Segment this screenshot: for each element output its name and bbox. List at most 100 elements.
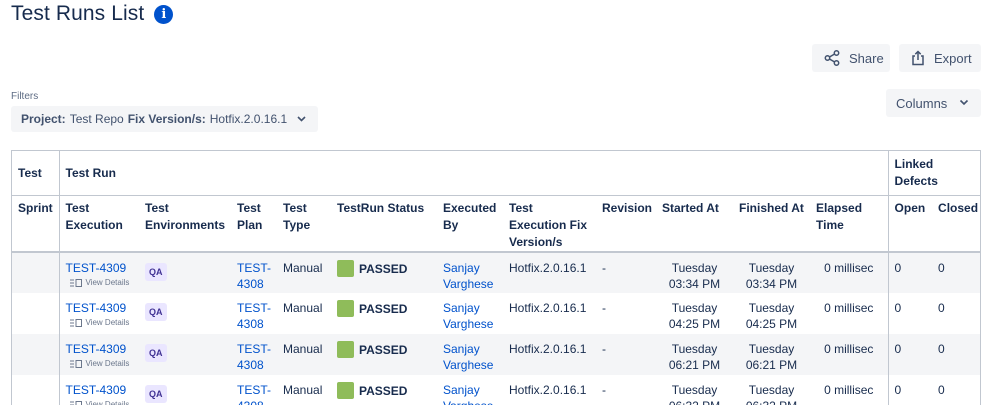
- export-icon: [911, 50, 925, 66]
- testrun-status-cell: PASSED: [331, 334, 437, 375]
- status-label: PASSED: [359, 261, 408, 276]
- test-execution-link[interactable]: TEST-4309: [66, 382, 134, 398]
- table-row: TEST-4309 View Details QA TEST-4308 Manu…: [12, 375, 980, 405]
- executed-by-link[interactable]: SanjayVarghese: [443, 341, 497, 373]
- column-header-test-plan[interactable]: Test Plan: [231, 195, 277, 253]
- sprint-cell: [12, 334, 59, 375]
- open-defects-cell: 0: [887, 334, 933, 375]
- column-header-testrun-status[interactable]: TestRun Status: [331, 195, 437, 253]
- sprint-cell: [12, 252, 59, 293]
- status-color-swatch: [337, 300, 354, 317]
- closed-defects-cell: 0: [932, 252, 980, 293]
- test-execution-cell: TEST-4309 View Details: [58, 334, 139, 375]
- started-at-cell: Tuesday 06:21 PM: [656, 334, 733, 375]
- column-header-started-at[interactable]: Started At: [656, 195, 733, 253]
- column-header-finished-at[interactable]: Finished At: [733, 195, 810, 253]
- executed-by-cell: SanjayVarghese: [437, 375, 503, 405]
- started-at-cell: Tuesday06:32 PM: [669, 383, 720, 405]
- chevron-down-icon: [297, 114, 306, 124]
- column-header-revision[interactable]: Revision: [596, 195, 656, 253]
- sprint-cell: [12, 375, 59, 405]
- test-plan-cell: TEST-4308: [231, 375, 277, 405]
- details-icon: [69, 319, 82, 327]
- share-label: Share: [849, 50, 884, 66]
- finished-at-cell: Tuesday 06:21 PM: [733, 334, 810, 375]
- share-button[interactable]: Share: [812, 44, 890, 72]
- info-icon[interactable]: i: [154, 4, 174, 24]
- testrun-status-cell: PASSED: [331, 293, 437, 334]
- elapsed-time-cell: 0 millisec: [810, 334, 889, 375]
- view-details-link[interactable]: View Details: [69, 278, 134, 288]
- fix-version-cell: Hotfix.2.0.16.1: [503, 252, 596, 293]
- filter-dropdown[interactable]: Project: Test Repo Fix Version/s: Hotfix…: [11, 106, 318, 132]
- share-icon: [824, 50, 840, 66]
- test-type-cell: Manual: [283, 383, 323, 397]
- details-icon: [69, 401, 82, 405]
- page-title: Test Runs List: [11, 2, 145, 25]
- column-header-test-execution[interactable]: Test Execution: [58, 195, 139, 253]
- filter-project-key: Project:: [21, 112, 66, 126]
- column-header-sprint[interactable]: Sprint: [12, 195, 59, 253]
- test-runs-table: Test Test Run Linked Defects Sprint Test…: [11, 150, 981, 405]
- filters-label: Filters: [11, 91, 39, 102]
- closed-defects-cell: 0: [938, 301, 945, 315]
- test-plan-cell: TEST-4308: [231, 334, 277, 375]
- revision-cell: -: [596, 334, 656, 375]
- export-label: Export: [934, 50, 972, 66]
- environment-badge: QA: [145, 263, 167, 281]
- view-details-link[interactable]: View Details: [69, 318, 134, 328]
- view-details-link[interactable]: View Details: [69, 400, 134, 405]
- test-execution-link[interactable]: TEST-4309: [66, 341, 134, 357]
- column-header-open[interactable]: Open: [887, 195, 933, 253]
- test-execution-link[interactable]: TEST-4309: [66, 300, 134, 316]
- executed-by-link[interactable]: SanjayVarghese: [443, 382, 497, 405]
- details-icon: [69, 360, 82, 368]
- columns-button[interactable]: Columns: [886, 89, 981, 117]
- view-details-label: View Details: [85, 400, 130, 405]
- status-color-swatch: [337, 341, 354, 358]
- test-environment-cell: QA: [139, 375, 231, 405]
- elapsed-time-cell: 0 millisec: [824, 383, 874, 397]
- finished-at-cell: Tuesday 03:34 PM: [733, 252, 810, 293]
- test-execution-cell: TEST-4309 View Details: [58, 293, 139, 334]
- status-badge[interactable]: PASSED: [337, 341, 431, 358]
- test-execution-link[interactable]: TEST-4309: [66, 260, 134, 276]
- started-at-cell: Tuesday 03:34 PM: [656, 252, 733, 293]
- status-label: PASSED: [359, 342, 408, 357]
- table-row: TEST-4309 View Details QA TEST-4308 Manu…: [12, 293, 980, 334]
- test-execution-cell: TEST-4309 View Details: [58, 375, 139, 405]
- started-at-cell: Tuesday 04:25 PM: [668, 301, 721, 331]
- executed-by-cell: SanjayVarghese: [437, 293, 503, 334]
- test-plan-link[interactable]: TEST-4308: [237, 341, 271, 373]
- status-label: PASSED: [359, 301, 408, 316]
- table-row: TEST-4309 View Details QA TEST-4308 Manu…: [12, 334, 980, 375]
- test-plan-link[interactable]: TEST-4308: [237, 382, 271, 405]
- filter-fix-key: Fix Version/s:: [127, 112, 206, 126]
- test-plan-link[interactable]: TEST-4308: [237, 300, 271, 332]
- environment-badge: QA: [145, 344, 167, 362]
- test-type-cell: Manual: [283, 301, 323, 315]
- test-plan-link[interactable]: TEST-4308: [237, 260, 271, 292]
- executed-by-link[interactable]: SanjayVarghese: [443, 300, 497, 332]
- column-header-executed-by[interactable]: Executed By: [437, 195, 503, 253]
- status-badge[interactable]: PASSED: [337, 300, 431, 317]
- column-header-test-environments[interactable]: Test Environments: [139, 195, 231, 253]
- column-header-test-type[interactable]: Test Type: [277, 195, 331, 253]
- status-badge[interactable]: PASSED: [337, 260, 431, 277]
- column-header-fix-version[interactable]: Test Execution Fix Version/s: [503, 195, 596, 253]
- page-header: Test Runs List i: [11, 2, 174, 26]
- chevron-down-icon: [959, 98, 969, 109]
- test-environment-cell: QA: [139, 252, 231, 293]
- status-badge[interactable]: PASSED: [337, 382, 431, 399]
- revision-cell: -: [602, 301, 606, 315]
- column-header-elapsed-time[interactable]: Elapsed Time: [810, 195, 889, 253]
- table-row: TEST-4309 View Details QA TEST-4308 Manu…: [12, 252, 980, 293]
- closed-defects-cell: 0: [932, 334, 980, 375]
- column-header-closed[interactable]: Closed: [932, 195, 980, 253]
- view-details-link[interactable]: View Details: [69, 359, 134, 369]
- status-color-swatch: [337, 260, 354, 277]
- export-button[interactable]: Export: [899, 44, 981, 72]
- details-icon: [69, 279, 82, 287]
- executed-by-link[interactable]: SanjayVarghese: [443, 260, 497, 292]
- test-environment-cell: QA: [139, 334, 231, 375]
